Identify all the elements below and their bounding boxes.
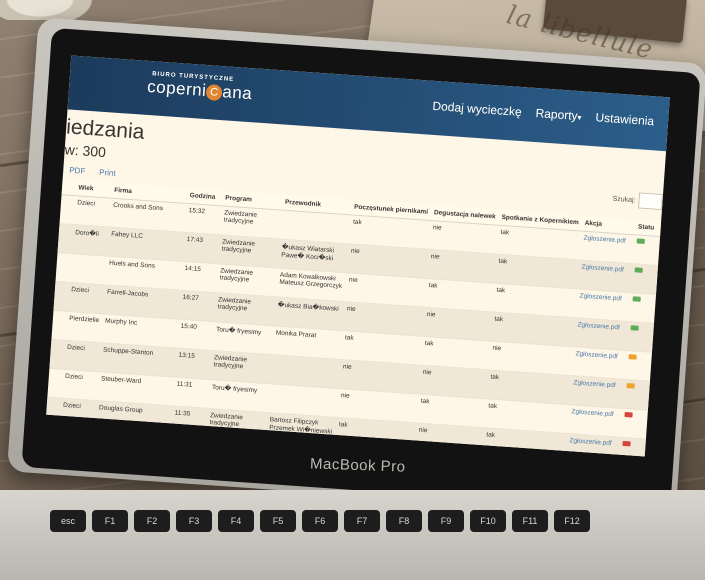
status-cell — [628, 292, 657, 324]
table-cell: 11:31 — [172, 376, 210, 409]
status-badge — [636, 238, 646, 244]
status-cell — [630, 263, 659, 295]
column-header-status[interactable]: Statu — [634, 219, 662, 237]
keyboard-key[interactable]: F1 — [92, 510, 128, 532]
table-cell — [68, 253, 107, 285]
status-cell — [626, 321, 655, 353]
table-cell: 13:15 — [174, 348, 212, 380]
table-cell: Zwiedzanie tradycyjne — [219, 205, 282, 239]
status-cell — [624, 350, 653, 382]
keyboard-key[interactable]: esc — [50, 510, 86, 532]
keyboard-key[interactable]: F10 — [470, 510, 506, 532]
table-cell: Zwiedzanie tradycyjne — [217, 234, 280, 268]
search-label: Szukaj: — [612, 195, 636, 204]
coffee-mug — [0, 0, 100, 20]
nav-reports[interactable]: Raporty▾ — [535, 106, 582, 123]
table-cell: tak — [420, 336, 490, 370]
table-cell: nie — [422, 307, 492, 341]
row-pdf-link[interactable]: Zgłoszenie.pdf — [577, 259, 633, 293]
table-cell: Dzieci — [72, 195, 111, 228]
laptop-screen: BIURO TURYSTYCZNE coperni Cana Dodaj wyci… — [46, 55, 670, 457]
status-badge — [622, 440, 632, 447]
status-badge — [632, 296, 642, 302]
row-pdf-link[interactable]: Zgłoszenie.pdf — [568, 375, 625, 409]
keyboard-key[interactable]: F8 — [386, 510, 422, 532]
nav-links: Dodaj wycieczkę Raporty▾ Ustawienia — [432, 99, 655, 128]
table-cell: Toru� fryesimy — [207, 379, 270, 413]
search-area: Szukaj: — [612, 191, 664, 211]
keyboard-key[interactable]: F6 — [302, 510, 338, 532]
row-pdf-link[interactable]: Zgłoszenie.pdf — [573, 317, 629, 351]
status-badge — [626, 383, 636, 389]
table-cell: Dzieci — [62, 340, 101, 372]
table-cell: 16:27 — [178, 290, 216, 322]
row-pdf-link[interactable]: Zgłoszenie.pdf — [571, 346, 627, 380]
table-cell: Dzieci — [66, 282, 105, 314]
logo[interactable]: BIURO TURYSTYCZNE coperni Cana — [147, 71, 254, 104]
keyboard-key[interactable]: F3 — [176, 510, 212, 532]
keyboard-key[interactable]: F12 — [554, 510, 590, 532]
table-cell: Toru� fryesimy — [211, 321, 274, 355]
status-badge — [628, 354, 638, 360]
row-pdf-link[interactable]: Zgłoszenie.pdf — [579, 231, 635, 264]
status-badge — [624, 412, 634, 418]
table-body: Dzieci Crooks and Sons 15:32 Zwiedzanie tra… — [46, 194, 661, 457]
table-cell: Pierdzielie — [64, 311, 103, 343]
logo-c-icon: C — [205, 84, 223, 102]
keyboard-key[interactable]: F11 — [512, 510, 548, 532]
nav-settings[interactable]: Ustawienia — [595, 110, 655, 128]
table-cell: Zwiedzanie tradycyjne — [209, 350, 272, 384]
table-cell: tak — [424, 278, 494, 312]
column-header-blank — [61, 179, 76, 196]
search-input[interactable] — [638, 192, 664, 211]
table-cell: tak — [416, 394, 486, 428]
chevron-down-icon: ▾ — [577, 112, 582, 123]
table-cell: 14:15 — [180, 261, 218, 293]
table-cell: 15:32 — [184, 203, 222, 235]
status-cell — [618, 437, 646, 457]
keyboard-deck — [0, 490, 705, 580]
keyboard-key[interactable]: F9 — [428, 510, 464, 532]
table-cell: Zwiedzanie tradycyjne — [215, 263, 278, 297]
table-cell: Doro�li — [70, 224, 109, 256]
pdf-button[interactable]: PDF — [69, 166, 86, 176]
keyboard-key[interactable]: F7 — [344, 510, 380, 532]
keyboard-key[interactable]: F2 — [134, 510, 170, 532]
table-cell: Zwiedzanie tradycyjne — [213, 292, 276, 326]
trips-table: Wiek Firma Godzina Program Przewodnik Po… — [46, 179, 662, 457]
status-cell — [622, 379, 650, 411]
row-pdf-link[interactable]: Zgłoszenie.pdf — [566, 404, 623, 438]
keyboard: esc F1 F2 F3 F4 F5 F6 F7 F8 F9 F10 F11 F12 — [50, 510, 650, 532]
table-cell: 17:43 — [182, 232, 220, 264]
nav-add-trip[interactable]: Dodaj wycieczkę — [432, 99, 522, 119]
row-pdf-link[interactable]: Zgłoszenie.pdf — [575, 288, 631, 322]
table-cell: Dzieci — [60, 369, 99, 401]
print-button[interactable]: Print — [99, 168, 116, 178]
status-badge — [634, 267, 644, 273]
table-cell: nie — [428, 220, 499, 255]
status-badge — [630, 325, 640, 331]
keyboard-key[interactable]: F4 — [218, 510, 254, 532]
laptop-brand: MacBook Pro — [309, 455, 406, 476]
status-cell — [632, 234, 661, 266]
table-cell: 15:40 — [176, 319, 214, 351]
status-cell — [620, 408, 648, 440]
table-cell: nie — [426, 249, 497, 284]
table-cell: nie — [418, 365, 488, 399]
keyboard-key[interactable]: F5 — [260, 510, 296, 532]
